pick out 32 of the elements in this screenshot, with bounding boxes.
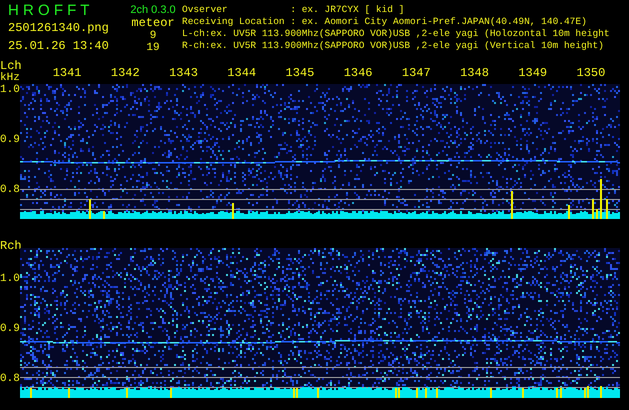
- info-label: Ovserver: [182, 4, 229, 16]
- time-tick-label: 1341: [52, 66, 82, 80]
- meteor-count: 9: [150, 30, 156, 42]
- frequency-tick-label: 0.8: [0, 373, 20, 385]
- info-value: : ex. JR7CYX [ kid ]: [289, 4, 406, 16]
- info-line: L-ch:ex. UV5R 113.900Mhz(SAPPORO VOR)USB ,2-ele yagi (Holozontal 10m height: [182, 28, 610, 40]
- frequency-tick-label: 0.8: [0, 184, 20, 196]
- unit-label: kHz: [0, 72, 20, 84]
- time-tick-label: 1350: [576, 66, 606, 80]
- frequency-tick-label: 1.0: [0, 84, 20, 96]
- frequency-tick-label: 0.9: [0, 323, 20, 335]
- meteor-label: meteor: [131, 17, 175, 30]
- info-value: : ex. Aomori City Aomori-Pref.JAPAN(40.49N, 140.47E): [289, 16, 588, 28]
- time-tick-label: 1347: [402, 66, 431, 80]
- channel-label: Rch: [0, 240, 20, 252]
- date-time: 25.01.26 13:40: [8, 39, 110, 53]
- version-label: 2ch 0.3.0: [130, 3, 176, 17]
- time-tick-label: 1342: [110, 66, 140, 80]
- frequency-tick-label: 1.0: [0, 273, 20, 285]
- info-label: Receiving Location: [182, 16, 285, 28]
- time-tick-label: 1349: [518, 66, 548, 80]
- time-tick-label: 1346: [344, 66, 373, 80]
- time-tick-label: 1348: [460, 66, 489, 80]
- info-line: R-ch:ex. UV5R 113.900Mhz(SAPPORO VOR)USB ,2-ele yagi (Vertical 10m height): [182, 40, 605, 52]
- app-title: H R O F F T: [8, 3, 90, 19]
- time-tick-label: 1343: [169, 66, 198, 80]
- time-tick-label: 1344: [227, 66, 256, 80]
- meteor-count: 19: [146, 42, 160, 54]
- time-tick-label: 1345: [286, 66, 314, 80]
- file-name: 2501261340.png: [8, 21, 110, 35]
- frequency-tick-label: 0.9: [0, 134, 20, 146]
- channel-label: Lch: [0, 60, 20, 72]
